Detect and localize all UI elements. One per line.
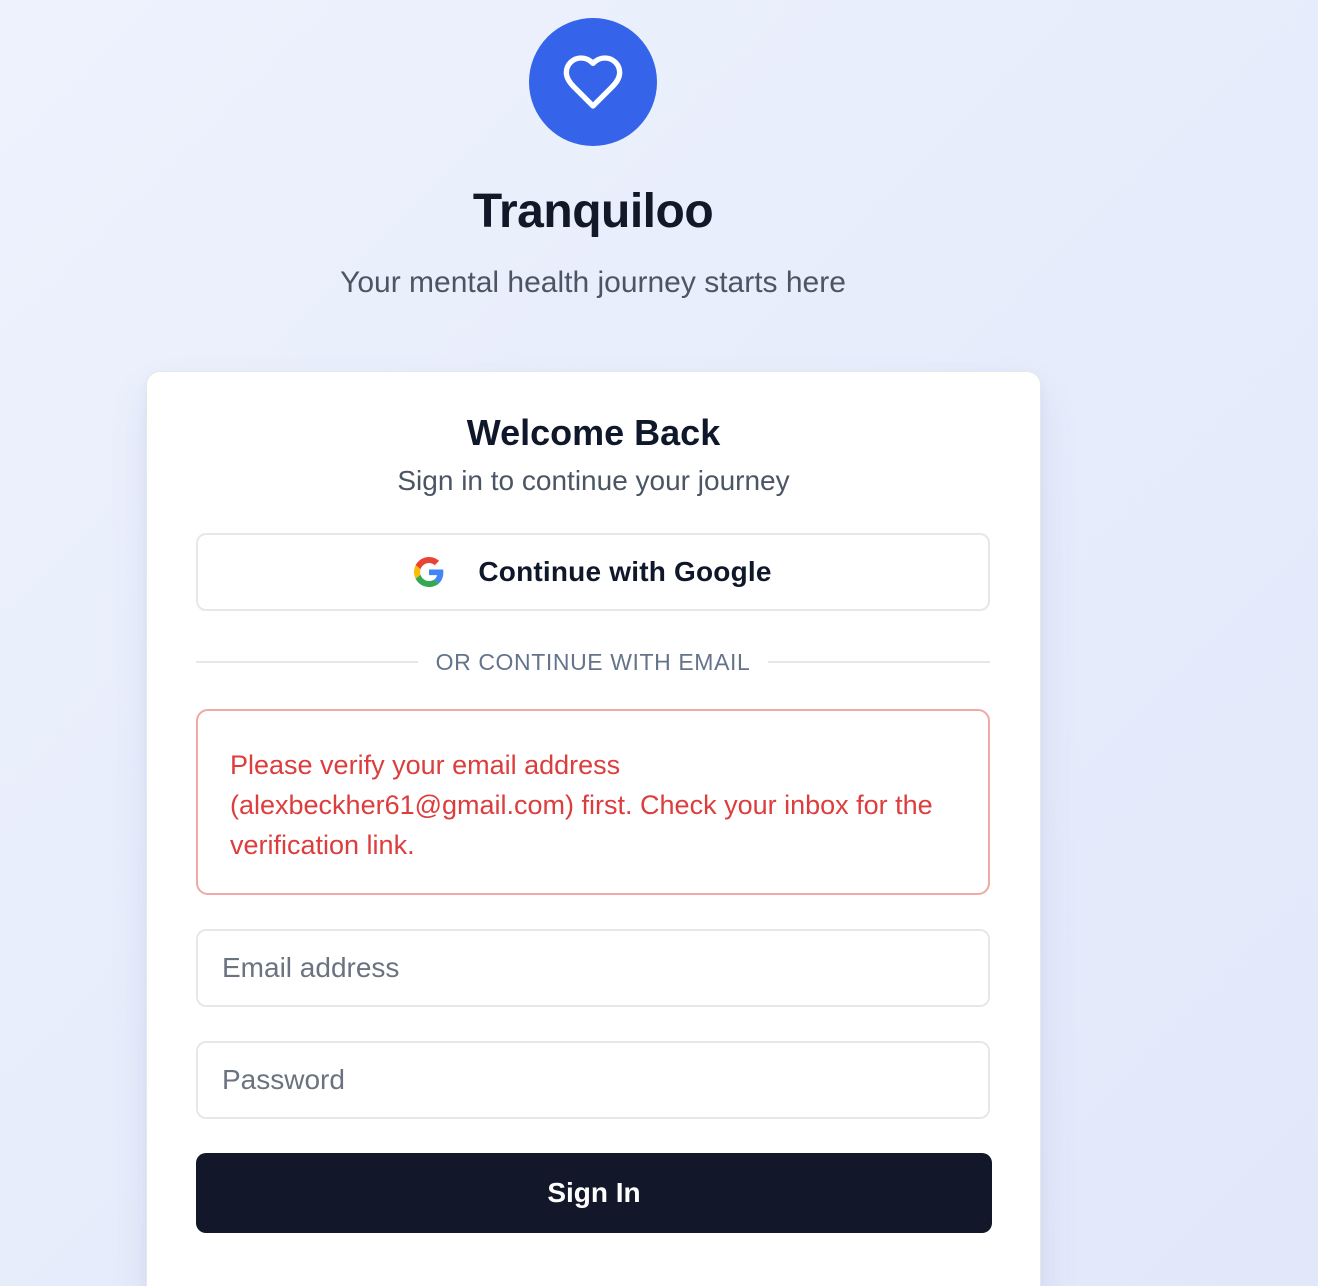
divider-line-left	[196, 661, 418, 663]
card-title: Welcome Back	[466, 412, 721, 453]
error-alert: Please verify your email address (alexbe…	[196, 709, 990, 895]
app-title: Tranquiloo	[472, 185, 714, 238]
email-divider: OR CONTINUE WITH EMAIL	[196, 644, 991, 680]
google-icon	[414, 557, 444, 587]
divider-line-right	[768, 661, 991, 663]
card-subtitle: Sign in to continue your journey	[397, 465, 790, 496]
sign-in-button-label: Sign In	[547, 1177, 641, 1208]
app-tagline: Your mental health journey starts here	[340, 266, 846, 299]
google-button-label: Continue with Google	[478, 556, 772, 587]
email-field[interactable]	[196, 929, 990, 1007]
sign-in-button[interactable]: Sign In	[196, 1153, 992, 1233]
login-card: Welcome Back Sign in to continue your jo…	[146, 371, 1041, 1286]
heart-icon	[563, 55, 623, 109]
password-field[interactable]	[196, 1041, 990, 1119]
error-message: Please verify your email address (alexbe…	[230, 750, 933, 860]
google-signin-button[interactable]: Continue with Google	[196, 533, 990, 611]
divider-text: OR CONTINUE WITH EMAIL	[435, 648, 751, 675]
app-logo	[529, 18, 657, 146]
